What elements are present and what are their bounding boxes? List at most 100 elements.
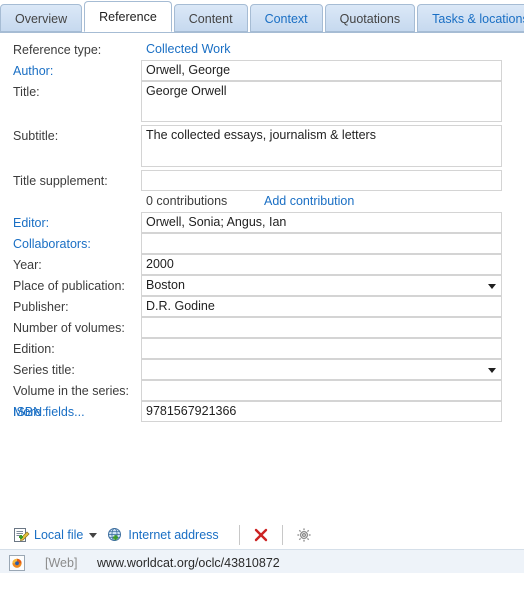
series-title-combobox[interactable] xyxy=(141,359,502,380)
tab-context-label: Context xyxy=(264,12,308,26)
reference-type-value[interactable]: Collected Work xyxy=(141,39,502,60)
more-fields-link[interactable]: More fields... xyxy=(13,405,85,419)
reference-type-label: Reference type: xyxy=(13,43,102,57)
series-title-label: Series title: xyxy=(13,363,75,377)
chevron-down-icon[interactable] xyxy=(488,283,496,289)
title-label: Title: xyxy=(13,85,40,99)
chevron-down-icon[interactable] xyxy=(488,367,496,373)
attachment-url[interactable]: www.worldcat.org/oclc/43810872 xyxy=(97,556,280,570)
toolbar-divider-1 xyxy=(238,525,240,545)
contributions-spacer xyxy=(0,191,141,194)
volumes-field-wrap xyxy=(141,317,513,338)
attachment-list-body xyxy=(0,573,524,613)
attachment-settings-button[interactable] xyxy=(293,524,315,546)
gear-icon xyxy=(296,527,312,543)
internet-address-button[interactable]: Internet address xyxy=(107,524,219,546)
edition-field-wrap xyxy=(141,338,513,359)
volume-in-the-series-label: Volume in the series: xyxy=(13,384,130,398)
field-row-place: Place of publication: Boston xyxy=(0,275,524,296)
internet-address-label: Internet address xyxy=(128,528,219,542)
field-row-volumes: Number of volumes: xyxy=(0,317,524,338)
edition-label: Edition: xyxy=(13,342,55,356)
place-of-publication-combobox[interactable]: Boston xyxy=(141,275,502,296)
author-field-wrap: Orwell, George xyxy=(141,60,513,81)
tab-reference-label: Reference xyxy=(99,10,157,24)
edition-input[interactable] xyxy=(141,338,502,359)
contributions-count: 0 contributions xyxy=(146,194,228,208)
field-row-reference-type: Reference type: Collected Work xyxy=(0,39,524,60)
author-input[interactable]: Orwell, George xyxy=(141,60,502,81)
collaborators-field-wrap xyxy=(141,233,513,254)
subtitle-field-wrap: The collected essays, journalism & lette… xyxy=(141,125,513,167)
isbn-field-wrap: 9781567921366 xyxy=(141,401,513,422)
publisher-label: Publisher: xyxy=(13,300,69,314)
volume-in-series-field-wrap xyxy=(141,380,513,401)
add-internet-address-icon xyxy=(107,527,124,544)
tab-quotations[interactable]: Quotations xyxy=(324,4,416,32)
number-of-volumes-input[interactable] xyxy=(141,317,502,338)
subtitle-input[interactable]: The collected essays, journalism & lette… xyxy=(141,125,502,167)
tab-overview-label: Overview xyxy=(15,12,68,26)
contributions-wrap: 0 contributions Add contribution xyxy=(141,191,513,212)
field-row-series-title: Series title: xyxy=(0,359,524,380)
field-row-title: Title: George Orwell xyxy=(0,81,524,122)
title-supplement-label: Title supplement: xyxy=(13,174,108,188)
reference-form: Reference type: Collected Work Author: O… xyxy=(0,33,524,422)
series-title-field-wrap xyxy=(141,359,513,380)
number-of-volumes-label: Number of volumes: xyxy=(13,321,125,335)
collaborators-input[interactable] xyxy=(141,233,502,254)
field-row-subtitle: Subtitle: The collected essays, journali… xyxy=(0,125,524,167)
add-local-file-icon xyxy=(13,527,30,544)
publisher-field-wrap: D.R. Godine xyxy=(141,296,513,317)
editor-label[interactable]: Editor: xyxy=(0,212,141,232)
contributions-bar: 0 contributions Add contribution xyxy=(141,191,502,212)
place-of-publication-value: Boston xyxy=(146,278,185,292)
tab-reference[interactable]: Reference xyxy=(84,1,172,32)
contributions-row: 0 contributions Add contribution xyxy=(0,191,524,212)
editor-input[interactable]: Orwell, Sonia; Angus, Ian xyxy=(141,212,502,233)
place-of-publication-label: Place of publication: xyxy=(13,279,125,293)
title-supplement-input[interactable] xyxy=(141,170,502,191)
tab-quotations-label: Quotations xyxy=(339,12,401,26)
add-contribution-link[interactable]: Add contribution xyxy=(264,191,354,212)
year-label: Year: xyxy=(13,258,42,272)
subtitle-label: Subtitle: xyxy=(13,129,59,143)
tab-tasks-locations-label: Tasks & locations xyxy=(432,12,524,26)
chevron-down-icon[interactable] xyxy=(89,532,98,538)
volume-in-the-series-input[interactable] xyxy=(141,380,502,401)
toolbar-divider-2 xyxy=(281,525,283,545)
author-label[interactable]: Author: xyxy=(0,60,141,80)
title-input[interactable]: George Orwell xyxy=(141,81,502,122)
publisher-input[interactable]: D.R. Godine xyxy=(141,296,502,317)
field-row-author: Author: Orwell, George xyxy=(0,60,524,81)
place-field-wrap: Boston xyxy=(141,275,513,296)
local-file-button[interactable]: Local file xyxy=(13,524,98,546)
web-browser-icon xyxy=(9,555,25,571)
tab-context[interactable]: Context xyxy=(249,4,323,32)
field-row-edition: Edition: xyxy=(0,338,524,359)
field-row-year: Year: 2000 xyxy=(0,254,524,275)
local-file-label: Local file xyxy=(34,528,84,542)
year-field-wrap: 2000 xyxy=(141,254,513,275)
close-icon xyxy=(253,527,269,543)
field-row-publisher: Publisher: D.R. Godine xyxy=(0,296,524,317)
tab-content-label: Content xyxy=(188,12,233,26)
field-row-volume-in-series: Volume in the series: xyxy=(0,380,524,401)
isbn-input[interactable]: 9781567921366 xyxy=(141,401,502,422)
field-row-collaborators: Collaborators: xyxy=(0,233,524,254)
year-input[interactable]: 2000 xyxy=(141,254,502,275)
tab-overview[interactable]: Overview xyxy=(0,4,83,32)
editor-field-wrap: Orwell, Sonia; Angus, Ian xyxy=(141,212,513,233)
attachment-kind: [Web] xyxy=(45,556,78,570)
tab-bar: Overview Reference Content Context Quota… xyxy=(0,0,524,33)
collaborators-label[interactable]: Collaborators: xyxy=(0,233,141,253)
tab-content[interactable]: Content xyxy=(173,4,248,32)
field-row-title-supplement: Title supplement: xyxy=(0,170,524,191)
reference-type-value-wrap: Collected Work xyxy=(141,39,513,60)
attachment-row[interactable]: [Web] www.worldcat.org/oclc/43810872 xyxy=(0,553,524,573)
title-supplement-field-wrap xyxy=(141,170,513,191)
delete-attachment-button[interactable] xyxy=(250,524,272,546)
field-row-editor: Editor: Orwell, Sonia; Angus, Ian xyxy=(0,212,524,233)
tab-tasks-locations[interactable]: Tasks & locations xyxy=(417,4,524,32)
title-field-wrap: George Orwell xyxy=(141,81,513,122)
